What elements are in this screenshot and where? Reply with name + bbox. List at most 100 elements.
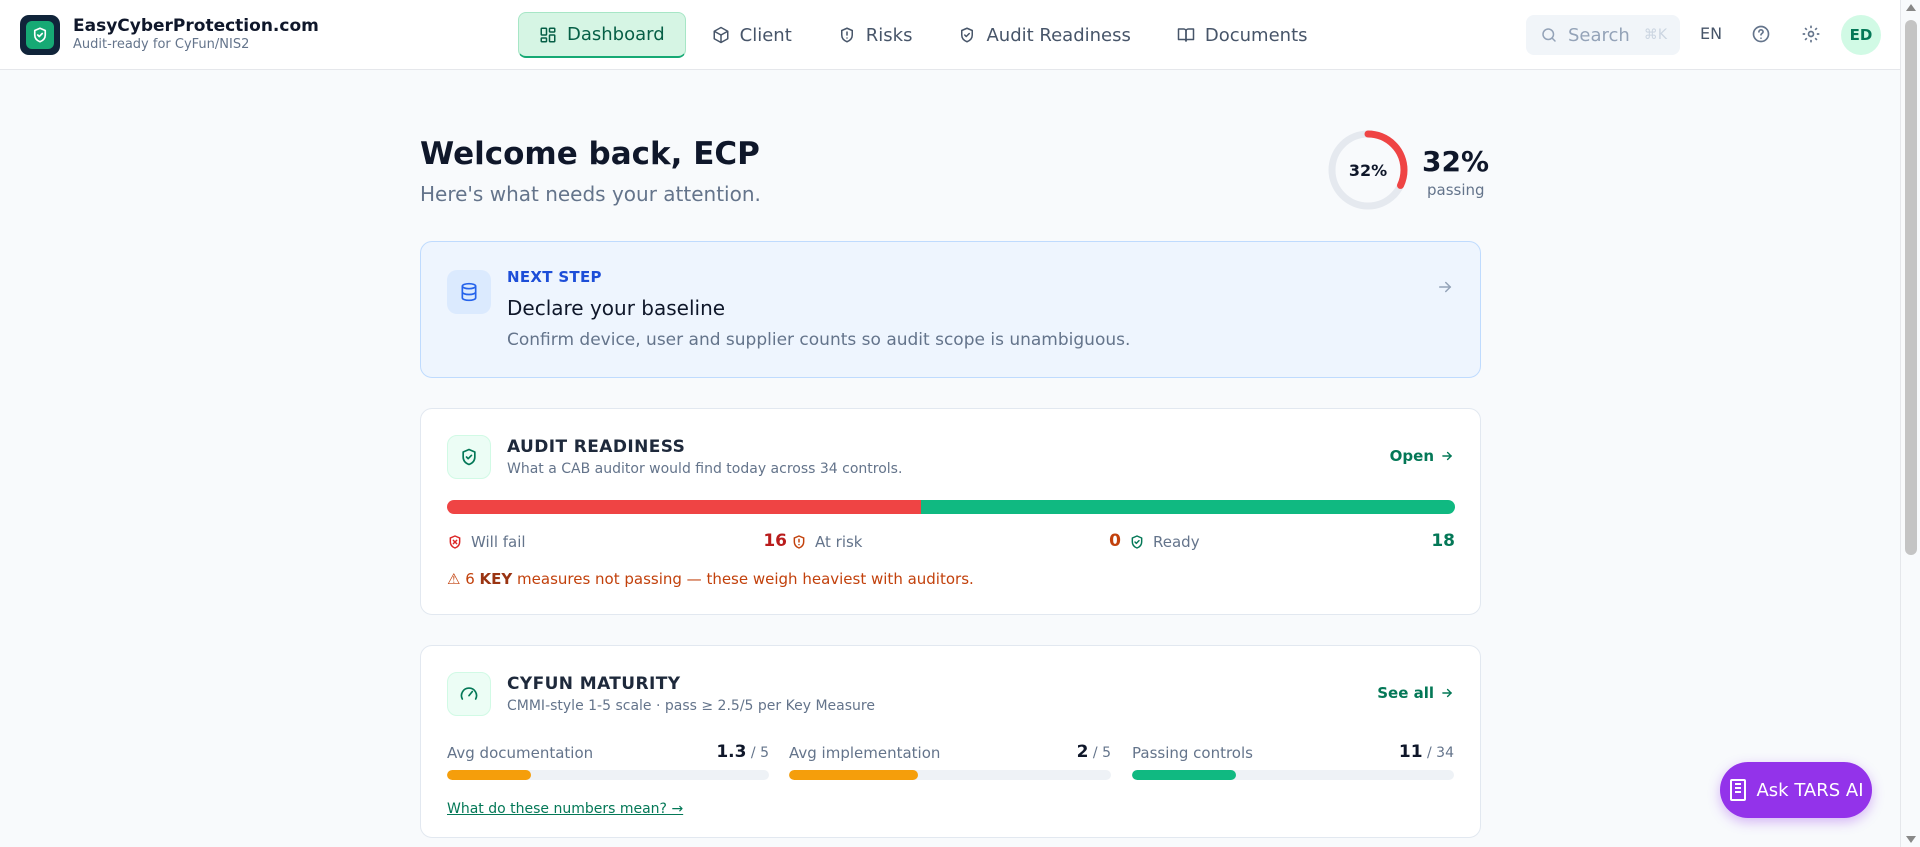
shield-logo-icon — [26, 21, 54, 49]
metric-fill — [789, 770, 918, 780]
next-step-title: Declare your baseline — [507, 296, 726, 320]
nav-documents-label: Documents — [1204, 24, 1308, 46]
search-icon — [1542, 28, 1556, 42]
cyfun-maturity-card: CYFUN MATURITY CMMI-style 1-5 scale · pa… — [420, 645, 1481, 838]
page-subtitle: Here's what needs your attention. — [420, 182, 761, 206]
nav-audit-readiness-label: Audit Readiness — [986, 24, 1131, 46]
ask-tars-button[interactable]: Ask TARS AI — [1720, 762, 1872, 818]
shield-check-icon — [1131, 535, 1143, 549]
box-icon — [713, 26, 729, 44]
audit-open-label: Open — [1389, 447, 1434, 465]
nav-risks[interactable]: Risks — [818, 12, 933, 58]
nav-documents[interactable]: Documents — [1157, 12, 1328, 58]
metric-value-den: / 34 — [1422, 745, 1454, 761]
metric-track — [789, 770, 1111, 780]
will-fail-label: Will fail — [471, 533, 526, 551]
metric-label: Avg documentation — [447, 744, 594, 762]
metric-track — [1132, 770, 1454, 780]
page-scrollbar[interactable] — [1900, 0, 1920, 847]
metric-fill — [1132, 770, 1237, 780]
ready-segment — [921, 500, 1455, 514]
metric-label: Avg implementation — [789, 744, 941, 762]
page-title: Welcome back, ECP — [420, 136, 760, 172]
metric-value-den: / 5 — [746, 745, 769, 761]
ready-label: Ready — [1153, 533, 1200, 551]
gauge-icon — [447, 672, 491, 716]
nav-client[interactable]: Client — [692, 12, 812, 58]
search-placeholder: Search — [1568, 24, 1630, 46]
shield-check-icon — [447, 435, 491, 479]
passing-label: passing — [1427, 181, 1485, 199]
metric-value: 1.3 / 5 — [716, 742, 769, 762]
shield-x-icon — [449, 535, 461, 549]
next-step-eyebrow: NEXT STEP — [507, 268, 602, 286]
nav-client-label: Client — [739, 24, 792, 46]
search-input[interactable]: Search ⌘K — [1526, 15, 1680, 55]
arrow-right-icon[interactable] — [1436, 278, 1454, 300]
will-fail-segment — [447, 500, 922, 514]
avatar[interactable]: ED — [1841, 15, 1881, 55]
cyfun-title: CYFUN MATURITY — [507, 674, 681, 694]
brand[interactable]: EasyCyberProtection.com Audit-ready for … — [20, 15, 319, 55]
language-switcher[interactable]: EN — [1700, 24, 1722, 43]
metric-fill — [447, 770, 531, 780]
scroll-up-icon[interactable] — [1906, 4, 1916, 11]
nav-dashboard[interactable]: Dashboard — [518, 12, 686, 58]
audit-readiness-card: AUDIT READINESS What a CAB auditor would… — [420, 408, 1481, 615]
next-step-description: Confirm device, user and supplier counts… — [507, 330, 1131, 350]
nav-audit-readiness[interactable]: Audit Readiness — [938, 12, 1150, 58]
metric-track — [447, 770, 769, 780]
arrow-right-icon — [1442, 688, 1453, 698]
gear-icon[interactable] — [1801, 24, 1821, 48]
cyfun-see-all-link[interactable]: See all — [1377, 684, 1454, 702]
metric-value: 11 / 34 — [1399, 742, 1454, 762]
ready-stat: Ready — [1129, 533, 1200, 551]
ready-count: 18 — [1431, 531, 1455, 551]
robot-icon — [1730, 779, 1747, 801]
main-nav: Dashboard Client Risks Audit Readiness D… — [518, 12, 1334, 58]
cyfun-see-all-label: See all — [1377, 684, 1434, 702]
ask-tars-label: Ask TARS AI — [1756, 779, 1864, 801]
shield-alert-icon — [793, 535, 805, 549]
top-header: EasyCyberProtection.com Audit-ready for … — [0, 0, 1900, 70]
cyfun-subtitle: CMMI-style 1-5 scale · pass ≥ 2.5/5 per … — [507, 698, 875, 714]
metric-label: Passing controls — [1132, 744, 1253, 762]
key-measures-warning: ⚠ 6 KEY measures not passing — these wei… — [447, 570, 974, 588]
scroll-down-icon[interactable] — [1906, 836, 1916, 843]
search-shortcut: ⌘K — [1643, 27, 1668, 43]
metric-value: 2 / 5 — [1077, 742, 1111, 762]
arrow-right-icon — [1442, 451, 1453, 461]
grid-icon — [540, 27, 556, 42]
brand-tagline: Audit-ready for CyFun/NIS2 — [73, 37, 250, 52]
passing-ring-label: 32% — [1348, 160, 1388, 180]
shield-alert-icon — [840, 27, 853, 43]
nav-dashboard-label: Dashboard — [567, 24, 665, 45]
metric-value-num: 2 — [1076, 742, 1089, 762]
audit-title: AUDIT READINESS — [507, 437, 686, 457]
will-fail-stat: Will fail — [447, 533, 526, 551]
help-icon[interactable] — [1751, 24, 1771, 48]
metric-value-num: 11 — [1398, 742, 1423, 762]
audit-open-link[interactable]: Open — [1390, 447, 1454, 465]
warning-key: KEY — [479, 570, 513, 588]
next-step-card[interactable]: NEXT STEP Declare your baseline Confirm … — [420, 241, 1481, 378]
warning-suffix: measures not passing — these weigh heavi… — [512, 570, 974, 588]
explain-numbers-link[interactable]: What do these numbers mean? → — [447, 801, 683, 817]
scrollbar-thumb[interactable] — [1905, 20, 1917, 555]
nav-risks-label: Risks — [865, 24, 913, 46]
audit-status-bar — [447, 500, 1455, 514]
passing-percent: 32% — [1422, 145, 1490, 178]
at-risk-stat: At risk — [791, 533, 862, 551]
metric-value-den: / 5 — [1088, 745, 1111, 761]
at-risk-count: 0 — [1109, 531, 1121, 551]
database-icon — [447, 270, 491, 314]
warning-prefix: ⚠ 6 — [447, 570, 480, 588]
book-icon — [1177, 28, 1195, 42]
metric-value-num: 1.3 — [716, 742, 747, 762]
shield-check-icon — [961, 27, 974, 43]
at-risk-label: At risk — [815, 533, 863, 551]
brand-logo — [20, 15, 60, 55]
will-fail-count: 16 — [763, 531, 787, 551]
audit-subtitle: What a CAB auditor would find today acro… — [507, 461, 903, 477]
brand-name: EasyCyberProtection.com — [73, 16, 319, 36]
